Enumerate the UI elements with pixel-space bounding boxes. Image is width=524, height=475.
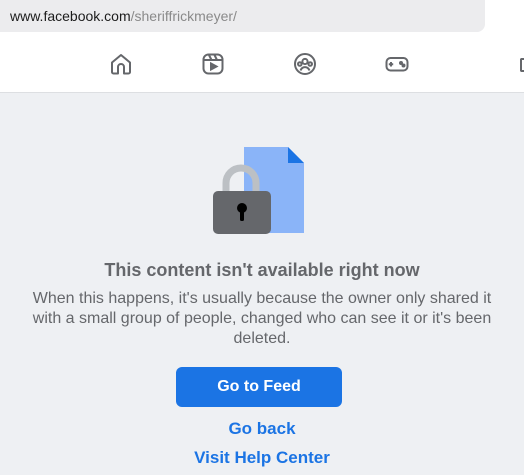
go-back-link[interactable]: Go back <box>0 419 524 439</box>
url-domain: www.facebook.com <box>10 8 131 24</box>
page-title: This content isn't available right now <box>104 260 420 280</box>
gaming-icon[interactable] <box>384 51 410 77</box>
video-icon[interactable] <box>200 51 226 77</box>
groups-icon[interactable] <box>292 51 318 77</box>
error-message: When this happens, it's usually because … <box>32 290 492 347</box>
help-center-link[interactable]: Visit Help Center <box>0 448 524 468</box>
home-icon[interactable] <box>108 51 134 77</box>
top-navigation <box>0 38 524 93</box>
go-to-feed-button[interactable]: Go to Feed <box>176 367 342 407</box>
locked-document-icon <box>212 145 307 237</box>
url-path: /sheriffrickmeyer/ <box>130 8 237 24</box>
browser-toolbar: www.facebook.com/sheriffrickmeyer/ <box>0 0 524 38</box>
menu-edge-icon[interactable] <box>520 58 524 72</box>
address-bar[interactable]: www.facebook.com/sheriffrickmeyer/ <box>0 0 485 32</box>
